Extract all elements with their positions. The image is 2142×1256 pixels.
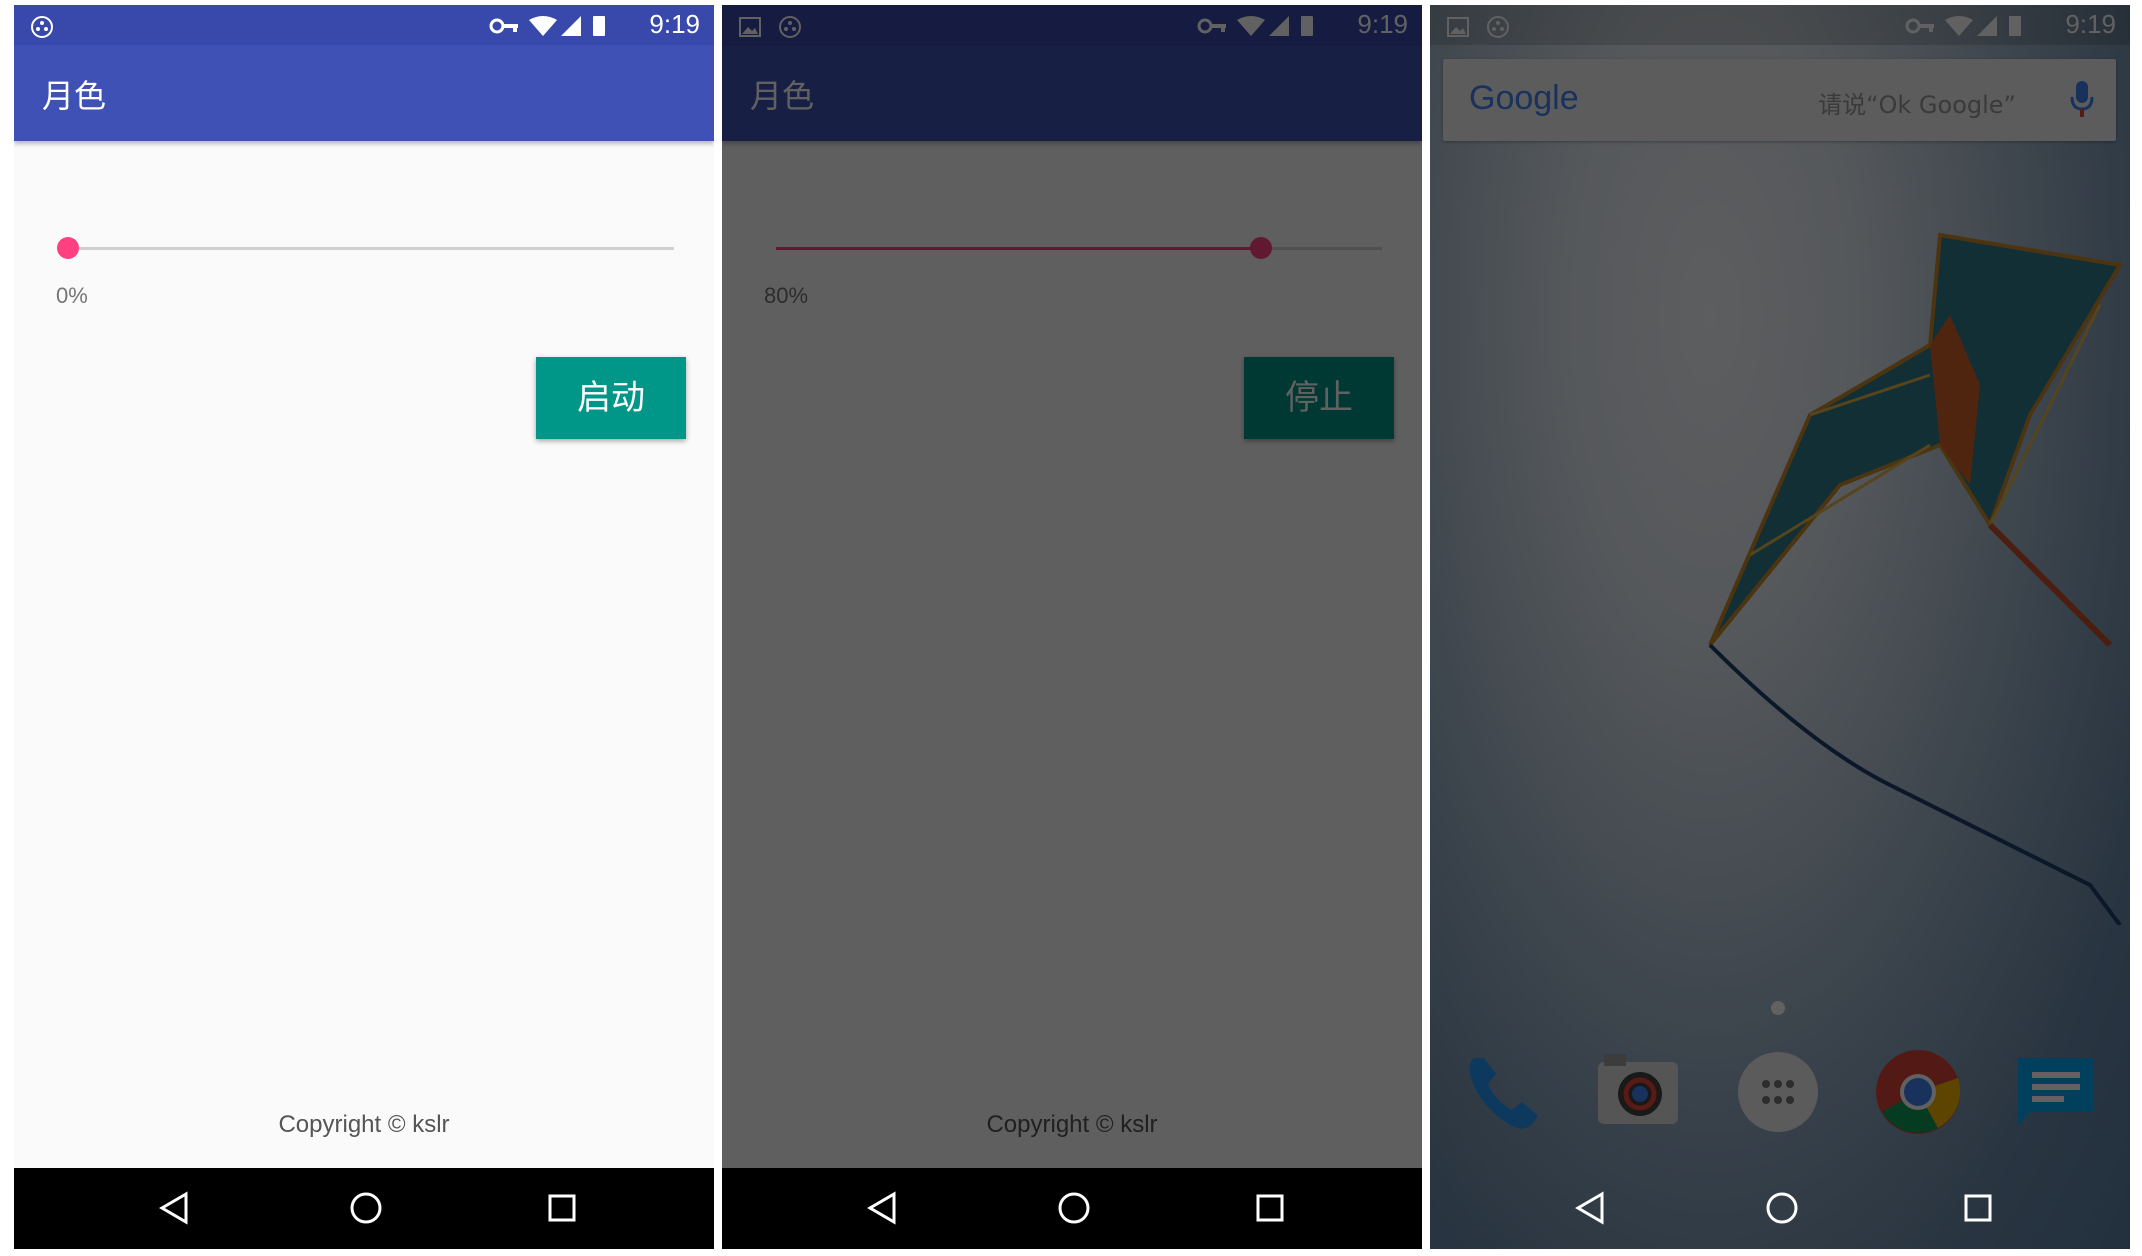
recents-icon[interactable]: [1958, 1188, 1998, 1228]
microphone-icon[interactable]: [2070, 81, 2094, 119]
wifi-icon: [529, 16, 557, 36]
status-bar: 9:19: [722, 5, 1422, 45]
slider-thumb[interactable]: [1249, 237, 1272, 259]
phone-screen-filter-active: 9:19 月色 80% 停止 Copyright © kslr: [722, 5, 1422, 1249]
status-time: 9:19: [1357, 9, 1408, 39]
messages-icon[interactable]: [2012, 1048, 2100, 1136]
main-content: 80% 停止 Copyright © kslr: [722, 141, 1422, 1168]
battery-icon: [1301, 16, 1313, 36]
back-icon[interactable]: [154, 1188, 194, 1228]
wifi-icon: [1945, 16, 1973, 36]
app-drawer-icon[interactable]: [1734, 1048, 1822, 1136]
app-title: 月色: [42, 77, 107, 115]
image-notification-icon: [738, 15, 762, 43]
image-notification-icon: [1446, 15, 1470, 43]
signal-icon: [1977, 16, 1997, 36]
screen-filter-icon: [1486, 15, 1510, 43]
home-icon[interactable]: [346, 1188, 386, 1228]
slider-percentage: 80%: [764, 283, 809, 308]
vpn-key-icon: [1197, 18, 1226, 34]
stop-button[interactable]: 停止: [1244, 357, 1394, 439]
recents-icon[interactable]: [542, 1188, 582, 1228]
phone-screen-idle: 9:19 月色 0% 启动 Copyright © kslr: [14, 5, 714, 1249]
navigation-bar: [14, 1168, 714, 1249]
vpn-key-icon: [1905, 18, 1934, 34]
app-bar: 月色: [14, 45, 714, 141]
home-icon[interactable]: [1054, 1188, 1094, 1228]
status-bar: 9:19: [1430, 5, 2130, 45]
slider-percentage: 0%: [56, 283, 88, 308]
app-title: 月色: [750, 77, 815, 115]
home-icon[interactable]: [1762, 1188, 1802, 1228]
status-icons: [1905, 14, 2035, 42]
status-bar: 9:19: [14, 5, 714, 45]
screen-filter-icon: [778, 15, 802, 43]
status-icons: [489, 14, 619, 42]
vpn-key-icon: [489, 18, 518, 34]
app-bar: 月色: [722, 45, 1422, 141]
brightness-slider[interactable]: [776, 231, 1382, 267]
navigation-bar: [1430, 1168, 2130, 1249]
phone-home-screen: 9:19 Google 请说“Ok Google”: [1430, 5, 2130, 1249]
copyright-text: Copyright © kslr: [278, 1111, 450, 1138]
brightness-slider[interactable]: [57, 231, 674, 267]
status-icons: [1197, 14, 1327, 42]
status-time: 9:19: [2065, 9, 2116, 39]
camera-icon[interactable]: [1594, 1048, 1682, 1136]
copyright-text: Copyright © kslr: [986, 1111, 1158, 1138]
signal-icon: [1269, 16, 1289, 36]
recents-icon[interactable]: [1250, 1188, 1290, 1228]
slider-thumb[interactable]: [57, 237, 79, 259]
screen-filter-icon: [30, 15, 54, 43]
battery-icon: [593, 16, 605, 36]
back-icon[interactable]: [1570, 1188, 1610, 1228]
back-icon[interactable]: [862, 1188, 902, 1228]
status-time: 9:19: [649, 9, 700, 39]
phone-icon[interactable]: [1460, 1048, 1548, 1136]
navigation-bar: [722, 1168, 1422, 1249]
wifi-icon: [1237, 16, 1265, 36]
slider-track: [68, 247, 674, 250]
chrome-icon[interactable]: [1874, 1048, 1962, 1136]
google-search-bar[interactable]: Google 请说“Ok Google”: [1443, 59, 2116, 141]
battery-icon: [2009, 16, 2021, 36]
main-content: 0% 启动 Copyright © kslr: [14, 141, 714, 1168]
start-button[interactable]: 启动: [536, 357, 686, 439]
page-indicator-dot: [1771, 1001, 1785, 1015]
google-logo: Google: [1469, 79, 1579, 117]
search-hint: 请说“Ok Google”: [1818, 91, 2016, 119]
signal-icon: [561, 16, 581, 36]
kite-wallpaper-image: [1708, 232, 2124, 925]
slider-fill: [776, 247, 1261, 250]
